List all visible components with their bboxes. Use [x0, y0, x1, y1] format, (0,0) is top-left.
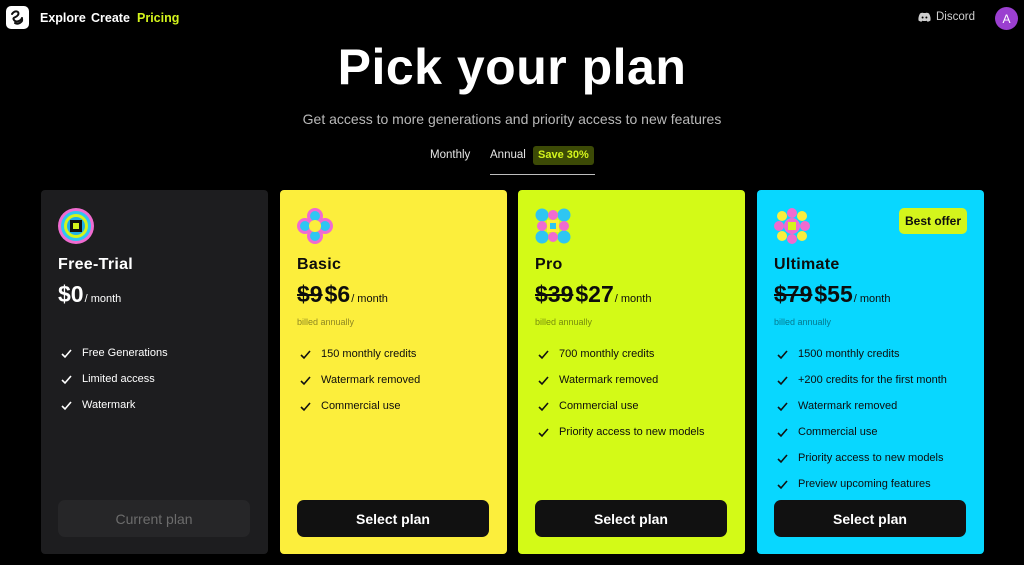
feature-list: 1500 monthly credits +200 credits for th…: [776, 341, 947, 497]
discord-icon: [918, 12, 931, 22]
check-icon: [538, 375, 549, 385]
price: $55: [814, 281, 853, 307]
plan-card-ultimate: Best offer Ultimate $79 $55 / month bill…: [757, 190, 984, 554]
check-icon: [300, 349, 311, 359]
plan-card-pro: Pro $39 $27 / month billed annually 700 …: [518, 190, 745, 554]
price-period: / month: [853, 293, 891, 305]
plan-name: Free-Trial: [58, 256, 134, 273]
toggle-selected-underline: [490, 174, 595, 175]
price-row: $0 / month: [58, 281, 121, 308]
plan-card-basic: Basic $9 $6 / month billed annually 150 …: [280, 190, 507, 554]
feature-item: Priority access to new models: [537, 419, 705, 445]
check-icon: [61, 400, 72, 410]
best-offer-badge: Best offer: [898, 208, 967, 234]
feature-item: 150 monthly credits: [299, 341, 420, 367]
logo-icon[interactable]: [6, 6, 29, 29]
old-price: $9: [297, 281, 323, 307]
check-icon: [777, 401, 788, 411]
page-title: Pick your plan: [337, 39, 687, 95]
nav-create[interactable]: Create: [91, 11, 130, 25]
check-icon: [538, 401, 549, 411]
select-basic-button[interactable]: Select plan: [297, 500, 489, 537]
feature-item: 1500 monthly credits: [776, 341, 947, 367]
check-icon: [777, 375, 788, 385]
plan-name: Basic: [297, 256, 342, 273]
price-period: / month: [351, 293, 388, 305]
plan-card-free-trial: Free-Trial $0 / month Free Generations L…: [41, 190, 268, 554]
old-price: $39: [535, 281, 574, 307]
billing-note: billed annually: [297, 317, 355, 327]
check-icon: [300, 401, 311, 411]
feature-item: Preview upcoming features: [776, 471, 947, 497]
ultimate-plan-icon: [774, 208, 810, 244]
feature-item: Commercial use: [776, 419, 947, 445]
discord-link[interactable]: Discord: [918, 11, 975, 23]
billing-note: billed annually: [535, 317, 593, 327]
price-period: / month: [614, 293, 652, 305]
top-nav: Explore Create Pricing Discord A: [0, 0, 1024, 36]
feature-list: 150 monthly credits Watermark removed Co…: [299, 341, 420, 419]
feature-item: Free Generations: [60, 340, 168, 366]
check-icon: [300, 375, 311, 385]
free-trial-plan-icon: [58, 208, 94, 244]
check-icon: [538, 427, 549, 437]
price: $6: [324, 281, 351, 307]
select-ultimate-button[interactable]: Select plan: [774, 500, 966, 537]
current-plan-button: Current plan: [58, 500, 250, 537]
price-period: / month: [84, 293, 122, 305]
check-icon: [777, 453, 788, 463]
feature-item: Watermark removed: [776, 393, 947, 419]
billing-note: billed annually: [774, 317, 832, 327]
select-pro-button[interactable]: Select plan: [535, 500, 727, 537]
nav-pricing[interactable]: Pricing: [137, 11, 179, 25]
feature-item: Commercial use: [537, 393, 705, 419]
toggle-annual[interactable]: Annual: [490, 149, 526, 161]
price-row: $9 $6 / month: [297, 281, 388, 308]
toggle-monthly[interactable]: Monthly: [430, 149, 470, 161]
check-icon: [538, 349, 549, 359]
billing-toggle: Monthly Annual Save 30%: [0, 146, 1024, 176]
check-icon: [777, 479, 788, 489]
old-price: $79: [774, 281, 813, 307]
feature-list: 700 monthly credits Watermark removed Co…: [537, 341, 705, 445]
feature-item: 700 monthly credits: [537, 341, 705, 367]
feature-item: Watermark: [60, 392, 168, 418]
feature-item: Limited access: [60, 366, 168, 392]
save-badge: Save 30%: [533, 146, 594, 165]
nav-explore[interactable]: Explore: [40, 11, 86, 25]
discord-label: Discord: [936, 11, 975, 23]
price-row: $39 $27 / month: [535, 281, 651, 308]
feature-item: Commercial use: [299, 393, 420, 419]
check-icon: [777, 349, 788, 359]
feature-item: Priority access to new models: [776, 445, 947, 471]
feature-item: Watermark removed: [299, 367, 420, 393]
plan-name: Pro: [535, 256, 563, 273]
page-subtitle: Get access to more generations and prior…: [302, 111, 722, 127]
check-icon: [61, 348, 72, 358]
price: $0: [58, 281, 84, 307]
pro-plan-icon: [535, 208, 571, 244]
price-row: $79 $55 / month: [774, 281, 890, 308]
basic-plan-icon: [297, 208, 333, 244]
avatar[interactable]: A: [995, 7, 1018, 30]
price: $27: [575, 281, 614, 307]
plan-name: Ultimate: [774, 256, 840, 273]
feature-list: Free Generations Limited access Watermar…: [60, 340, 168, 418]
feature-item: Watermark removed: [537, 367, 705, 393]
feature-item: +200 credits for the first month: [776, 367, 947, 393]
check-icon: [777, 427, 788, 437]
check-icon: [61, 374, 72, 384]
